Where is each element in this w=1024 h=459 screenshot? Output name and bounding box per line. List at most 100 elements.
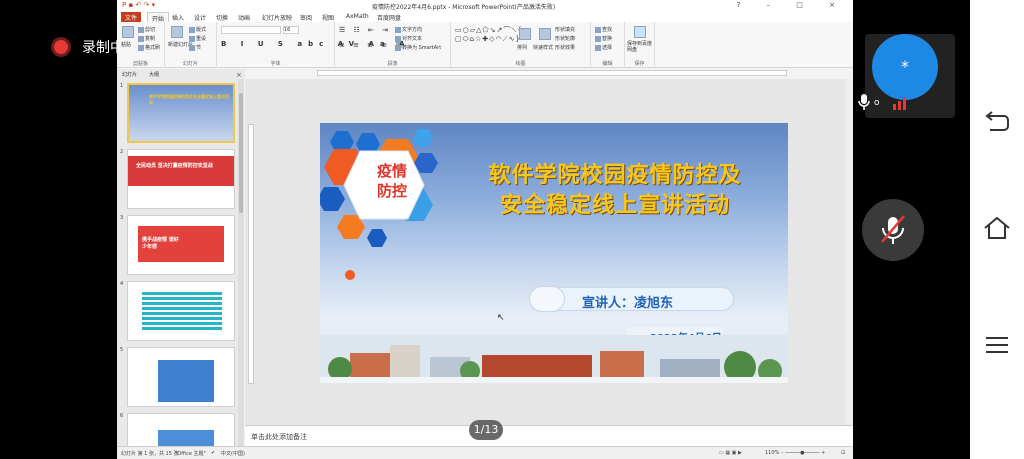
- tab-design[interactable]: 设计: [190, 12, 210, 22]
- cloud-icon[interactable]: [634, 26, 646, 38]
- tab-animations[interactable]: 动画: [234, 12, 254, 22]
- group-label: 幻灯片: [182, 61, 198, 67]
- title-bar: P ▪ ↶ ↷ ▾ 疫情防控2022年4月6.pptx - Microsoft …: [117, 0, 853, 11]
- thumbnail-slide-1[interactable]: 软件学院校园疫情防控及安全稳定线上宣讲活动: [127, 83, 235, 143]
- tab-baidu[interactable]: 百度网盘: [373, 12, 405, 22]
- thumbnail-slide-4[interactable]: [127, 281, 235, 341]
- thumb-number: 1: [120, 83, 124, 89]
- tab-axmath[interactable]: AxMath: [342, 12, 373, 22]
- close-icon[interactable]: ×: [236, 71, 242, 79]
- replace-button[interactable]: 替换: [595, 35, 612, 42]
- spellcheck-icon[interactable]: ✔: [211, 450, 215, 456]
- tab-slides-panel[interactable]: 幻灯片: [122, 71, 137, 78]
- slide-title-line2: 安全稳定线上宣讲活动: [499, 193, 730, 218]
- arrange-icon[interactable]: [519, 28, 531, 40]
- vertical-scrollbar[interactable]: [845, 79, 853, 425]
- text-direction-button[interactable]: 文字方向: [395, 26, 422, 33]
- screen: 录制中 P ▪ ↶ ↷ ▾ 疫情防控2022年4月6.pptx - Micros…: [0, 0, 1024, 459]
- participant-avatar: *: [872, 34, 938, 100]
- scissors-icon: [138, 26, 144, 33]
- quick-styles-icon[interactable]: [539, 28, 551, 40]
- group-label: 绘图: [515, 61, 526, 67]
- speaker-label: 宣讲人：凌旭东: [582, 296, 674, 311]
- tab-insert[interactable]: 插入: [168, 12, 188, 22]
- fit-to-window-icon[interactable]: ⊡: [841, 450, 845, 456]
- shape-fill-button[interactable]: 形状填充: [555, 26, 575, 33]
- thumbnail-slide-2[interactable]: 全民动员 坚决打赢疫情防控攻坚战: [127, 149, 235, 209]
- window-title: 疫情防控2022年4月6.pptx - Microsoft PowerPoint…: [372, 4, 556, 11]
- group-label: 字体: [270, 61, 281, 67]
- group-label: 编辑: [602, 61, 613, 67]
- paste-button[interactable]: 粘贴: [121, 41, 131, 48]
- thumb-number: 4: [120, 281, 124, 287]
- tab-home[interactable]: 开始: [147, 12, 170, 23]
- hexagon-decoration: [320, 129, 438, 280]
- reset-button[interactable]: 重设: [189, 35, 206, 42]
- language: 中文(中国): [221, 451, 245, 457]
- format-painter-button[interactable]: 格式刷: [138, 44, 160, 51]
- tab-transitions[interactable]: 切换: [212, 12, 232, 22]
- mute-button[interactable]: [862, 199, 924, 261]
- thumbnail-scrollbar[interactable]: [238, 79, 244, 446]
- group-font: 16 B I U S abc AV Aa A 字体: [217, 22, 405, 68]
- font-name-box[interactable]: [221, 26, 281, 34]
- system-navigation-bar: [970, 0, 1024, 459]
- save-to-cloud-button[interactable]: 保存到百度网盘: [627, 41, 655, 53]
- copy-icon: [138, 35, 144, 42]
- copy-button[interactable]: 复制: [138, 35, 155, 42]
- menu-icon[interactable]: [982, 332, 1012, 358]
- paste-icon[interactable]: [122, 26, 134, 38]
- group-paragraph: ☰ ☷ ⇤ ⇥ ↕ ≡ ≡ ≡ ≡ ▥ 文字方向 对齐文本 转换为 SmartA…: [335, 22, 451, 68]
- arrange-button[interactable]: 排列: [517, 44, 527, 51]
- panel-tabs: 幻灯片 大纲 ×: [117, 69, 245, 79]
- shapes-gallery-row2[interactable]: ▢⬭⌂☆✚◇◠⟋∿}: [455, 35, 521, 44]
- powerpoint-window: P ▪ ↶ ↷ ▾ 疫情防控2022年4月6.pptx - Microsoft …: [117, 0, 853, 459]
- section-button[interactable]: 节: [189, 44, 201, 51]
- group-label: 段落: [387, 61, 398, 67]
- tab-file[interactable]: 文件: [121, 12, 142, 22]
- zoom-level[interactable]: 110%: [765, 450, 779, 456]
- layout-button[interactable]: 版式: [189, 26, 206, 33]
- tab-review[interactable]: 审阅: [296, 12, 316, 22]
- slide-badge: 疫情防控: [376, 162, 407, 200]
- smartart-button[interactable]: 转换为 SmartArt: [395, 44, 441, 51]
- reset-icon: [189, 35, 195, 42]
- tab-slideshow[interactable]: 幻灯片放映: [258, 12, 296, 22]
- find-button[interactable]: 查找: [595, 26, 612, 33]
- font-size-box[interactable]: 16: [283, 26, 299, 34]
- slide-title-line1: 软件学院校园疫情防控及: [488, 163, 742, 188]
- thumbnail-slide-5[interactable]: [127, 347, 235, 407]
- quick-access-icon[interactable]: P ▪ ↶ ↷ ▾: [122, 1, 155, 9]
- scroll-thumb[interactable]: [239, 93, 243, 213]
- group-slides: 新建幻灯片 版式 重设 节 幻灯片: [165, 22, 217, 68]
- status-bar: 幻灯片 第 1 张，共 15 张 "Office 主题" ✔ 中文(中国) ▭ …: [117, 446, 853, 459]
- menu-bar: 文件 开始 插入 设计 切换 动画 幻灯片放映 审阅 视图 AxMath 百度网…: [117, 11, 853, 23]
- group-clipboard: 粘贴 剪切 复制 格式刷 剪贴板: [117, 22, 165, 68]
- recording-bar: 录制中: [0, 0, 124, 459]
- back-icon[interactable]: [982, 108, 1012, 134]
- window-controls[interactable]: ? – □ ×: [737, 1, 847, 9]
- current-slide[interactable]: 疫情防控 软件学院校园疫情防控及 安全稳定线上宣讲活动 宣讲人：凌旭东 2022…: [320, 123, 788, 383]
- thumbnail-slide-6[interactable]: [127, 413, 235, 446]
- shapes-gallery[interactable]: ▭○▱△⬠↘↗⌒⟍{: [455, 25, 523, 35]
- shape-effects-button[interactable]: 形状效果: [555, 44, 575, 51]
- quick-styles-button[interactable]: 快速样式: [533, 44, 553, 51]
- section-icon: [189, 44, 195, 51]
- new-slide-icon[interactable]: [171, 26, 183, 38]
- cut-button[interactable]: 剪切: [138, 26, 155, 33]
- shape-outline-button[interactable]: 形状轮廓: [555, 35, 575, 42]
- view-buttons[interactable]: ▭ ▦ ▣ ▶: [719, 450, 742, 456]
- replace-icon: [595, 35, 601, 42]
- zoom-slider[interactable]: – ─────●───── +: [781, 450, 825, 456]
- slide-thumbnails: 1 软件学院校园疫情防控及安全稳定线上宣讲活动 2 全民动员 坚决打赢疫情防控攻…: [117, 79, 241, 446]
- notes-pane[interactable]: 单击此处添加备注: [245, 425, 853, 446]
- ribbon: 粘贴 剪切 复制 格式刷 剪贴板 新建幻灯片 版式 重设 节 幻灯片 16 B …: [117, 22, 853, 68]
- tab-outline-panel[interactable]: 大纲: [149, 71, 159, 78]
- thumbnail-slide-3[interactable]: 携手战疫情 谱好少年感: [127, 215, 235, 275]
- recording-dot-icon: [54, 40, 68, 54]
- home-icon[interactable]: [982, 215, 1012, 241]
- select-button[interactable]: 选择: [595, 44, 612, 51]
- align-text-button[interactable]: 对齐文本: [395, 35, 422, 42]
- tab-view[interactable]: 视图: [318, 12, 338, 22]
- notes-placeholder: 单击此处添加备注: [251, 433, 307, 441]
